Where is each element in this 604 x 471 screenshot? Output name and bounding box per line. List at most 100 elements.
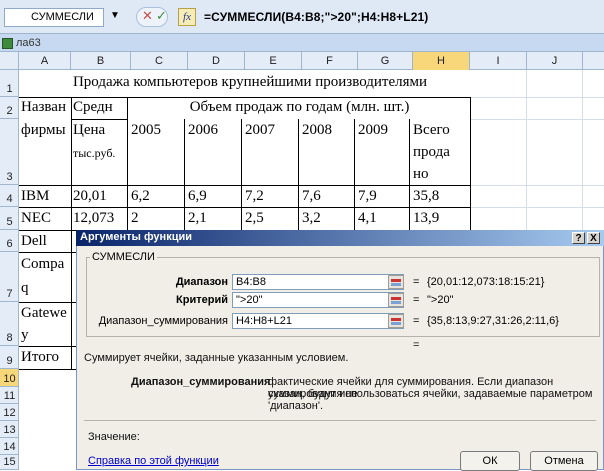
table-cell[interactable]: 3,2 [300, 210, 354, 227]
enter-icon[interactable]: ✓ [156, 8, 167, 24]
row-header[interactable]: 2 [0, 97, 19, 119]
table-cell[interactable]: прода [411, 144, 470, 161]
table-border [71, 119, 127, 120]
criteria-input[interactable]: ">20" [232, 292, 404, 308]
name-box[interactable]: СУММЕСЛИ [4, 8, 104, 27]
table-cell[interactable]: но [411, 166, 470, 183]
close-button[interactable]: X [587, 232, 600, 244]
column-header[interactable]: E [245, 52, 302, 70]
column-header[interactable]: D [188, 52, 245, 70]
row-header[interactable]: 15 [0, 455, 19, 470]
table-cell[interactable]: Цена [71, 122, 127, 139]
table-border [19, 97, 470, 98]
column-header[interactable]: H [413, 52, 470, 70]
column-header[interactable]: B [71, 52, 131, 70]
table-cell[interactable]: Compa [19, 256, 71, 273]
arg-help-text: указан, будут использоваться ячейки, зад… [268, 388, 593, 400]
table-cell[interactable]: 20,01 [71, 188, 127, 205]
table-cell[interactable]: 4,1 [356, 210, 409, 227]
table-cell[interactable]: 2005 [129, 122, 184, 139]
table-cell[interactable]: Средн [71, 99, 127, 116]
column-header[interactable]: J [527, 52, 583, 70]
table-cell[interactable]: Объем продаж по годам (млн. шт.) [127, 99, 470, 116]
help-button[interactable]: ? [572, 232, 585, 244]
arg-help-text: 'диапазон'. [268, 400, 323, 412]
table-cell[interactable]: 2,5 [243, 210, 298, 227]
formula-input[interactable]: =СУММЕСЛИ(B4:B8;">20";H4:H8+L21) [204, 10, 428, 24]
function-description: Суммирует ячейки, заданные указанным усл… [84, 352, 349, 364]
column-header[interactable]: G [358, 52, 413, 70]
table-cell[interactable]: NEC [19, 210, 71, 227]
row-header[interactable]: 3 [0, 119, 19, 185]
arg-label: Диапазон [175, 276, 228, 288]
select-all-corner[interactable] [0, 52, 19, 70]
row-header[interactable]: 13 [0, 421, 19, 438]
equals-sign: = [413, 276, 420, 288]
sum-range-input[interactable]: H4:H8+L21 [232, 313, 404, 329]
cancel-icon[interactable]: ✕ [142, 8, 153, 24]
row-header[interactable]: 9 [0, 346, 19, 369]
table-cell[interactable]: фирмы [19, 122, 71, 139]
table-cell[interactable]: 2008 [300, 122, 354, 139]
range-input[interactable]: B4:B8 [232, 274, 404, 290]
gridline [470, 185, 604, 186]
table-cell[interactable]: 2,1 [186, 210, 241, 227]
function-help-link[interactable]: Справка по этой функции [88, 455, 219, 467]
row-header[interactable]: 5 [0, 207, 19, 230]
collapse-dialog-icon[interactable] [388, 314, 404, 328]
insert-function-icon[interactable]: fx [178, 8, 196, 26]
table-title[interactable]: Продажа компьютеров крупнейшими производ… [29, 74, 469, 91]
row-header[interactable]: 1 [0, 70, 19, 97]
table-cell[interactable]: IBM [19, 188, 71, 205]
table-cell[interactable]: 6,2 [129, 188, 184, 205]
arg-result: {20,01:12,073:18:15:21} [427, 276, 545, 288]
table-cell[interactable]: 6,9 [186, 188, 241, 205]
table-cell[interactable]: 7,6 [300, 188, 354, 205]
table-cell[interactable]: q [19, 280, 71, 297]
equals-sign: = [413, 315, 420, 327]
row-header[interactable]: 11 [0, 387, 19, 404]
table-cell[interactable]: 2007 [243, 122, 298, 139]
table-cell[interactable]: тыс.руб. [71, 146, 127, 161]
gridline [470, 207, 604, 208]
row-header[interactable]: 8 [0, 302, 19, 346]
table-border [19, 346, 76, 347]
collapse-dialog-icon[interactable] [388, 275, 404, 289]
table-cell[interactable]: 2009 [356, 122, 409, 139]
row-header[interactable]: 7 [0, 252, 19, 302]
chevron-down-icon[interactable]: ▼ [110, 10, 120, 21]
cancel-button[interactable]: Отмена [530, 451, 598, 471]
table-border [184, 119, 185, 232]
table-cell[interactable]: Gatewe [19, 305, 71, 322]
table-cell[interactable]: 12,073 [71, 210, 127, 227]
column-header[interactable]: F [302, 52, 358, 70]
row-header[interactable]: 14 [0, 438, 19, 455]
table-cell[interactable]: 35,8 [411, 188, 470, 205]
table-cell[interactable]: Dell [19, 233, 71, 250]
column-header[interactable]: A [19, 52, 71, 70]
group-label: СУММЕСЛИ [90, 251, 157, 263]
collapse-dialog-icon[interactable] [388, 293, 404, 307]
table-cell[interactable]: Всего [411, 122, 470, 139]
gridline [582, 70, 583, 230]
ok-button[interactable]: ОК [460, 451, 520, 471]
table-cell[interactable]: 7,2 [243, 188, 298, 205]
table-cell[interactable]: 2 [129, 210, 184, 227]
row-header[interactable]: 6 [0, 230, 19, 252]
gridline [470, 119, 604, 120]
table-cell[interactable]: Назван [19, 99, 71, 116]
table-border [19, 230, 76, 231]
table-cell[interactable]: Итого [19, 349, 71, 366]
table-border [19, 185, 470, 186]
table-cell[interactable]: y [19, 327, 71, 344]
table-border [19, 302, 76, 303]
row-header[interactable]: 10 [0, 369, 19, 387]
row-header[interactable]: 4 [0, 185, 19, 207]
table-cell[interactable]: 7,9 [356, 188, 409, 205]
column-header[interactable]: C [131, 52, 188, 70]
row-header[interactable]: 12 [0, 404, 19, 421]
table-cell[interactable]: 13,9 [411, 210, 470, 227]
table-cell[interactable]: 2006 [186, 122, 241, 139]
arg-result: ">20" [427, 294, 454, 306]
column-header[interactable]: I [470, 52, 527, 70]
